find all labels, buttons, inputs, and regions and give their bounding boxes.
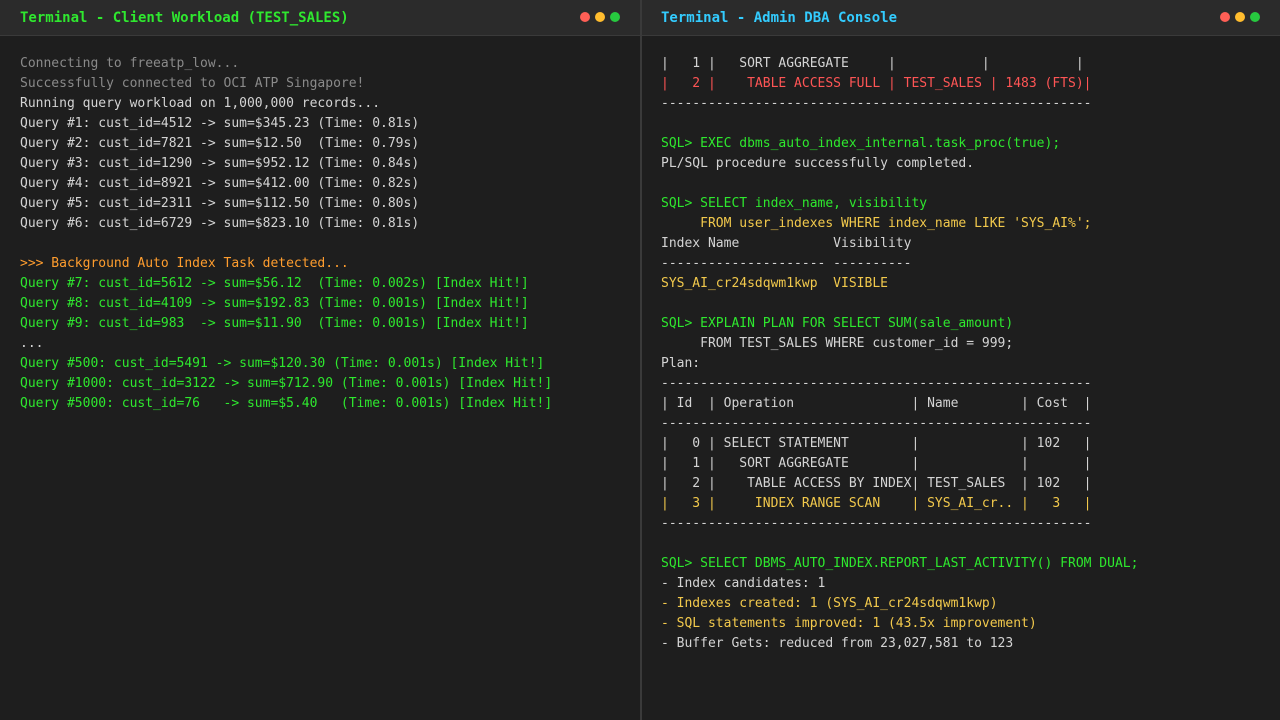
terminal-line: SQL> SELECT index_name, visibility <box>661 196 928 211</box>
terminal-title: Terminal - Admin DBA Console <box>661 9 898 26</box>
terminal-line: PL/SQL procedure successfully completed. <box>661 156 975 171</box>
terminal-line: - SQL statements improved: 1 (43.5x impr… <box>661 616 1037 631</box>
close-icon[interactable] <box>1220 12 1230 22</box>
terminal-line: ----------------------------------------… <box>661 416 1092 431</box>
terminal-line: Query #5000: cust_id=76 -> sum=$5.40 (Ti… <box>20 396 553 411</box>
terminal-line: - Buffer Gets: reduced from 23,027,581 t… <box>661 636 1014 651</box>
terminal-line: - Index candidates: 1 <box>661 576 826 591</box>
terminal-line: Query #1000: cust_id=3122 -> sum=$712.90… <box>20 376 553 391</box>
terminal-admin-dba-console[interactable]: Terminal - Admin DBA Console | 1 | SORT … <box>642 0 1280 720</box>
close-icon[interactable] <box>580 12 590 22</box>
terminal-titlebar: Terminal - Admin DBA Console <box>642 0 1280 36</box>
terminal-line: Plan: <box>661 356 701 371</box>
maximize-icon[interactable] <box>1250 12 1260 22</box>
terminal-line: | Id | Operation | Name | Cost | <box>661 396 1092 411</box>
maximize-icon[interactable] <box>610 12 620 22</box>
terminal-line: SQL> SELECT DBMS_AUTO_INDEX.REPORT_LAST_… <box>661 556 1139 571</box>
terminal-line: Connecting to freeatp_low... <box>20 56 240 71</box>
terminal-line: Query #9: cust_id=983 -> sum=$11.90 (Tim… <box>20 316 529 331</box>
terminal-line: SQL> EXPLAIN PLAN FOR SELECT SUM(sale_am… <box>661 316 1014 331</box>
terminal-line: | 2 | TABLE ACCESS FULL | TEST_SALES | 1… <box>661 76 1092 91</box>
terminal-line: Index Name Visibility <box>661 236 912 251</box>
terminal-line: Successfully connected to OCI ATP Singap… <box>20 76 365 91</box>
terminal-line: | 1 | SORT AGGREGATE | | | <box>661 56 1084 71</box>
minimize-icon[interactable] <box>595 12 605 22</box>
terminal-line: Running query workload on 1,000,000 reco… <box>20 96 381 111</box>
terminal-output: Connecting to freeatp_low... Successfully… <box>20 54 640 414</box>
window-controls <box>580 12 620 22</box>
terminal-output: | 1 | SORT AGGREGATE | | | | 2 | TABLE AC… <box>661 54 1280 654</box>
terminal-line: Query #8: cust_id=4109 -> sum=$192.83 (T… <box>20 296 529 311</box>
terminal-line: FROM TEST_SALES WHERE customer_id = 999; <box>661 336 1014 351</box>
terminal-line: >>> Background Auto Index Task detected.… <box>20 256 349 271</box>
terminal-line: ----------------------------------------… <box>661 376 1092 391</box>
terminal-line: SQL> EXEC dbms_auto_index_internal.task_… <box>661 136 1061 151</box>
terminal-line: Query #7: cust_id=5612 -> sum=$56.12 (Ti… <box>20 276 529 291</box>
terminal-line: --------------------- ---------- <box>661 256 912 271</box>
terminal-line: FROM user_indexes WHERE index_name LIKE … <box>661 216 1092 231</box>
terminal-line: SYS_AI_cr24sdqwm1kwp VISIBLE <box>661 276 888 291</box>
terminal-line: Query #5: cust_id=2311 -> sum=$112.50 (T… <box>20 196 420 211</box>
terminal-line: - Indexes created: 1 (SYS_AI_cr24sdqwm1k… <box>661 596 998 611</box>
terminal-line: ----------------------------------------… <box>661 516 1092 531</box>
terminal-title: Terminal - Client Workload (TEST_SALES) <box>20 9 349 26</box>
terminal-line: ... <box>20 336 44 351</box>
minimize-icon[interactable] <box>1235 12 1245 22</box>
terminal-titlebar: Terminal - Client Workload (TEST_SALES) <box>0 0 640 36</box>
terminal-line: | 1 | SORT AGGREGATE | | | <box>661 456 1092 471</box>
terminal-line: ----------------------------------------… <box>661 96 1092 111</box>
terminal-line: | 0 | SELECT STATEMENT | | 102 | <box>661 436 1092 451</box>
terminal-line: Query #3: cust_id=1290 -> sum=$952.12 (T… <box>20 156 420 171</box>
terminal-line: Query #500: cust_id=5491 -> sum=$120.30 … <box>20 356 545 371</box>
terminal-line: | 2 | TABLE ACCESS BY INDEX| TEST_SALES … <box>661 476 1092 491</box>
terminal-client-workload[interactable]: Terminal - Client Workload (TEST_SALES) … <box>0 0 640 720</box>
window-controls <box>1220 12 1260 22</box>
terminal-line: Query #1: cust_id=4512 -> sum=$345.23 (T… <box>20 116 420 131</box>
terminal-line: Query #4: cust_id=8921 -> sum=$412.00 (T… <box>20 176 420 191</box>
terminal-line: Query #6: cust_id=6729 -> sum=$823.10 (T… <box>20 216 420 231</box>
terminal-line: | 3 | INDEX RANGE SCAN | SYS_AI_cr.. | 3… <box>661 496 1092 511</box>
terminal-line: Query #2: cust_id=7821 -> sum=$12.50 (Ti… <box>20 136 420 151</box>
